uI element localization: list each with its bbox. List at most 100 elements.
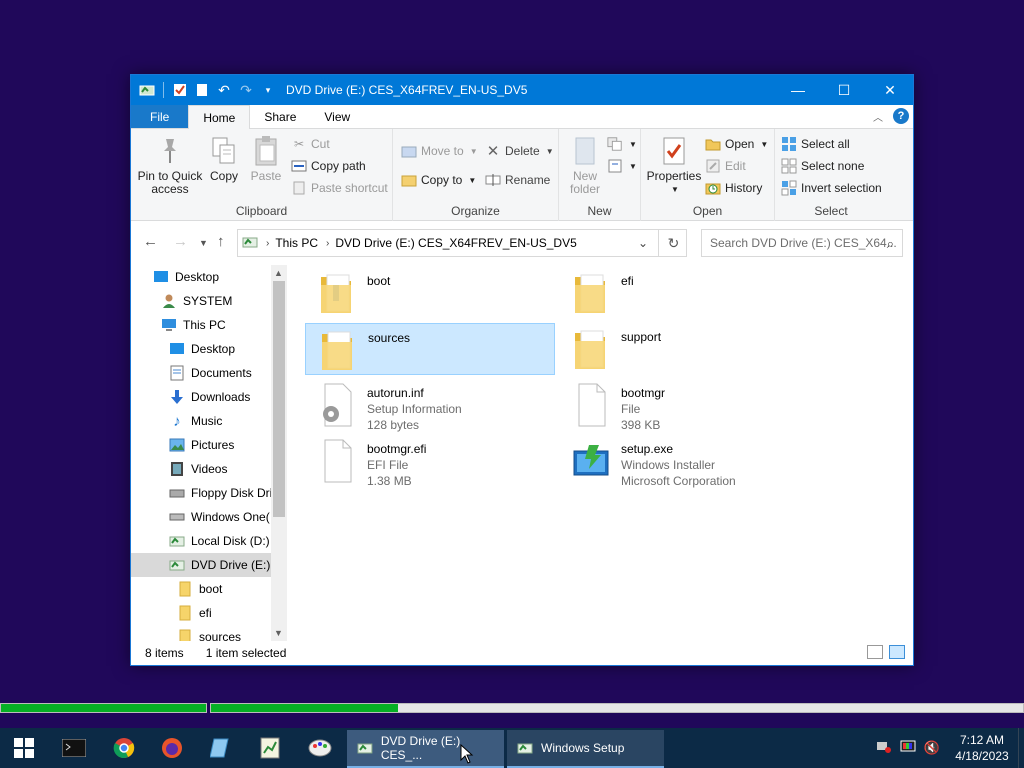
nav-item[interactable]: SYSTEM [131, 289, 271, 313]
scroll-thumb[interactable] [273, 281, 285, 517]
tiles-view-icon[interactable] [889, 645, 905, 659]
nav-item[interactable]: DVD Drive (E:) ( [131, 553, 271, 577]
nav-item[interactable]: Desktop [131, 265, 271, 289]
move-to-button[interactable]: Move to ▼ [401, 141, 478, 161]
select-none-button[interactable]: Select none [781, 156, 864, 176]
nav-item[interactable]: Pictures [131, 433, 271, 457]
clipboard-group-label: Clipboard [235, 204, 288, 218]
breadcrumb-this-pc[interactable]: This PC [275, 236, 318, 250]
address-dropdown-icon[interactable]: ⌄ [638, 236, 648, 250]
paint-icon[interactable] [304, 732, 336, 764]
tab-view[interactable]: View [310, 105, 364, 128]
nav-item[interactable]: Documents [131, 361, 271, 385]
new-folder-icon[interactable] [194, 82, 210, 98]
nav-item-label: Floppy Disk Dri [191, 486, 271, 500]
notepad-icon[interactable] [204, 732, 236, 764]
paste-shortcut-button[interactable]: Paste shortcut [291, 178, 388, 198]
nav-item[interactable]: Desktop [131, 337, 271, 361]
close-button[interactable]: ✕ [867, 75, 913, 105]
volume-muted-icon[interactable]: 🔇 [924, 740, 940, 756]
terminal-icon[interactable] [58, 732, 90, 764]
new-item-button[interactable]: ▼ [607, 134, 637, 154]
refresh-button[interactable]: ↻ [658, 229, 688, 257]
invert-selection-button[interactable]: Invert selection [781, 178, 882, 198]
show-desktop-button[interactable] [1018, 728, 1024, 768]
nav-item[interactable]: sources [131, 625, 271, 641]
new-folder-button[interactable]: New folder [567, 135, 603, 196]
edit-button[interactable]: Edit [705, 156, 746, 176]
music-icon: ♪ [173, 412, 181, 430]
pin-icon [154, 135, 186, 167]
file-item[interactable]: boot [305, 267, 555, 319]
nav-item-label: sources [199, 630, 242, 641]
title-bar[interactable]: ↶ ↷ ▾ DVD Drive (E:) CES_X64FREV_EN-US_D… [131, 75, 913, 105]
redo-icon[interactable]: ↷ [238, 82, 254, 98]
paste-button[interactable]: Paste [247, 135, 285, 183]
minimize-button[interactable]: — [775, 75, 821, 105]
select-all-button[interactable]: Select all [781, 134, 850, 154]
easy-access-button[interactable]: ▼ [607, 156, 637, 176]
file-text: setup.exe Windows Installer Microsoft Co… [621, 435, 736, 489]
nav-item[interactable]: Local Disk (D:) [131, 529, 271, 553]
scroll-up-icon[interactable]: ▲ [274, 268, 283, 278]
breadcrumb-dvd-drive[interactable]: DVD Drive (E:) CES_X64FREV_EN-US_DV5 [335, 236, 576, 250]
network-icon[interactable] [876, 740, 892, 757]
file-item[interactable]: setup.exe Windows Installer Microsoft Co… [559, 435, 809, 489]
spreadsheet-icon[interactable] [254, 732, 286, 764]
file-item[interactable]: efi [559, 267, 809, 319]
open-button[interactable]: Open ▼ [705, 134, 768, 154]
file-item[interactable]: bootmgr File 398 KB [559, 379, 809, 432]
maximize-button[interactable]: ☐ [821, 75, 867, 105]
tab-home[interactable]: Home [188, 105, 251, 129]
undo-icon[interactable]: ↶ [216, 82, 232, 98]
nav-item[interactable]: boot [131, 577, 271, 601]
forward-arrow-icon[interactable]: → [173, 233, 188, 250]
collapse-ribbon-icon[interactable]: ︿ [873, 109, 883, 124]
nav-item[interactable]: Videos [131, 457, 271, 481]
computer-icon [161, 317, 177, 333]
file-item-selected[interactable]: sources [305, 323, 555, 375]
taskbar-app-explorer[interactable]: DVD Drive (E:) CES_... [347, 730, 504, 768]
address-bar[interactable]: › This PC › DVD Drive (E:) CES_X64FREV_E… [237, 229, 687, 257]
nav-scrollbar[interactable]: ▲ ▼ [271, 265, 287, 641]
history-button[interactable]: History [705, 178, 762, 198]
tab-file[interactable]: File [131, 105, 189, 128]
nav-item[interactable]: This PC [131, 313, 271, 337]
cut-button[interactable]: ✂ Cut [291, 134, 330, 154]
chevron-down-icon: ▼ [629, 161, 637, 171]
tab-share[interactable]: Share [250, 105, 310, 128]
delete-button[interactable]: ✕ Delete ▼ [485, 141, 554, 161]
start-button[interactable] [8, 732, 40, 764]
move-to-icon [401, 143, 417, 159]
file-item[interactable]: autorun.inf Setup Information 128 bytes [305, 379, 555, 432]
firefox-icon[interactable] [156, 732, 188, 764]
copy-to-button[interactable]: Copy to ▼ [401, 170, 476, 190]
nav-item[interactable]: ♪ Music [131, 409, 271, 433]
clock[interactable]: 7:12 AM 4/18/2023 [946, 732, 1018, 764]
scroll-down-icon[interactable]: ▼ [274, 628, 283, 638]
installer-icon [567, 437, 615, 485]
copy-path-button[interactable]: Copy path [291, 156, 366, 176]
search-box[interactable]: Search DVD Drive (E:) CES_X64... ⌕ [701, 229, 903, 257]
properties-button[interactable]: Properties ▼ [647, 135, 701, 196]
back-arrow-icon[interactable]: ← [143, 233, 158, 250]
display-icon[interactable] [900, 740, 916, 757]
taskbar-app-setup[interactable]: Windows Setup [507, 730, 664, 768]
nav-item[interactable]: Windows One( [131, 505, 271, 529]
up-arrow-icon[interactable]: ↑ [217, 233, 225, 250]
file-item[interactable]: support [559, 323, 809, 375]
recent-locations-icon[interactable]: ▼ [199, 238, 208, 248]
search-input[interactable]: Search DVD Drive (E:) CES_X64... [710, 236, 897, 250]
nav-item[interactable]: efi [131, 601, 271, 625]
nav-item[interactable]: Downloads [131, 385, 271, 409]
help-icon[interactable]: ? [893, 108, 909, 124]
properties-icon[interactable] [172, 82, 188, 98]
nav-item[interactable]: Floppy Disk Dri [131, 481, 271, 505]
copy-button[interactable]: Copy [207, 135, 241, 183]
chrome-icon[interactable] [108, 732, 140, 764]
file-item[interactable]: bootmgr.efi EFI File 1.38 MB [305, 435, 555, 488]
rename-button[interactable]: Rename [485, 170, 550, 190]
customize-toolbar-icon[interactable]: ▾ [260, 82, 276, 98]
pin-quick-access-button[interactable]: Pin to Quick access [137, 135, 203, 196]
details-view-icon[interactable] [867, 645, 883, 659]
